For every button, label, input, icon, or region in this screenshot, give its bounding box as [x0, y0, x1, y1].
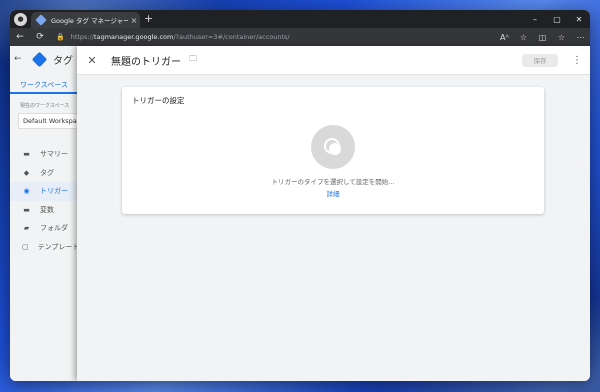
- read-aloud-icon[interactable]: Aᴬ: [495, 33, 514, 42]
- back-button[interactable]: ←: [10, 32, 30, 42]
- folder-icon: ▰: [23, 224, 30, 233]
- app-name: タグ: [53, 55, 73, 67]
- close-window-button[interactable]: ✕: [568, 10, 590, 28]
- panel-header: ✕ 無題のトリガー 🗀 保存 ⋮: [77, 46, 590, 75]
- trigger-icon: ◉: [23, 187, 30, 196]
- save-button[interactable]: 保存: [522, 53, 558, 67]
- new-tab-button[interactable]: +: [144, 12, 153, 25]
- url-field[interactable]: 🔒 https://tagmanager.google.com/?authuse…: [56, 30, 495, 44]
- summary-icon: ▬: [23, 150, 30, 159]
- url-prefix: https://: [70, 33, 95, 41]
- trigger-editor-panel: ✕ 無題のトリガー 🗀 保存 ⋮ トリガーの設定 トリガーのタイプを選択して設定…: [77, 46, 590, 381]
- sidebar-item-label: 変数: [40, 205, 54, 214]
- sidebar-item-summary[interactable]: ▬ サマリー: [10, 145, 77, 164]
- gtm-logo-icon: [31, 51, 48, 67]
- address-bar-row: ← ⟳ 🔒 https://tagmanager.google.com/?aut…: [10, 28, 590, 46]
- back-arrow-icon[interactable]: ←: [14, 54, 28, 64]
- sidebar-item-label: トリガー: [40, 187, 68, 196]
- sidebar-item-folders[interactable]: ▰ フォルダ: [10, 219, 77, 238]
- trigger-config-card[interactable]: トリガーの設定 トリガーのタイプを選択して設定を開始... 詳細: [122, 87, 544, 214]
- details-link[interactable]: 詳細: [122, 188, 544, 198]
- sidebar-item-label: タグ: [40, 168, 54, 177]
- close-icon[interactable]: ✕: [77, 54, 107, 67]
- gtm-favicon-icon: [35, 14, 47, 26]
- reload-button[interactable]: ⟳: [30, 32, 50, 42]
- trigger-type-icon[interactable]: [311, 125, 355, 169]
- template-icon: ▢: [22, 242, 29, 251]
- sidebar-item-label: フォルダ: [40, 224, 68, 233]
- sidebar-nav: ▬ サマリー ◆ タグ ◉ トリガー ▬ 変数 ▰ フォルダ ▢ テンプレート: [10, 145, 77, 256]
- sidebar-item-variables[interactable]: ▬ 変数: [10, 201, 77, 220]
- sidebar-item-label: テンプレート: [37, 242, 77, 251]
- workspace-selector[interactable]: Default Workspace: [18, 113, 77, 129]
- more-icon[interactable]: ⋯: [571, 33, 590, 42]
- tag-icon: ◆: [23, 168, 30, 177]
- lock-icon[interactable]: 🔒: [56, 33, 65, 41]
- favorite-icon[interactable]: ☆: [514, 33, 533, 42]
- trigger-type-prompt: トリガーのタイプを選択して設定を開始...: [271, 178, 395, 186]
- sidebar-item-triggers[interactable]: ◉ トリガー: [10, 182, 77, 201]
- split-screen-icon[interactable]: ◫: [533, 33, 552, 42]
- gtm-app: ← タグ ワークスペース 現在のワークスペース Default Workspac…: [10, 46, 590, 381]
- tab-close-icon[interactable]: ×: [128, 16, 140, 25]
- sidebar-item-tags[interactable]: ◆ タグ: [10, 164, 77, 183]
- profile-icon[interactable]: ●: [14, 12, 27, 26]
- tab-title: Google タグ マネージャー: [51, 17, 128, 25]
- more-options-icon[interactable]: ⋮: [570, 55, 584, 66]
- tab-workspace[interactable]: ワークスペース: [10, 80, 77, 94]
- sidebar-item-templates[interactable]: ▢ テンプレート: [10, 238, 77, 257]
- workspace-label: 現在のワークスペース: [20, 103, 70, 109]
- title-bar: ● Google タグ マネージャー × + – ▢ ✕: [10, 10, 590, 28]
- variables-icon: ▬: [23, 205, 30, 214]
- minimize-button[interactable]: –: [524, 10, 546, 28]
- maximize-button[interactable]: ▢: [546, 10, 568, 28]
- trigger-name-title[interactable]: 無題のトリガー: [111, 53, 181, 68]
- sidebar: ← タグ ワークスペース 現在のワークスペース Default Workspac…: [10, 46, 77, 381]
- card-title: トリガーの設定: [132, 96, 185, 105]
- sidebar-item-label: サマリー: [40, 150, 68, 159]
- favorites-icon[interactable]: ☆: [552, 33, 571, 42]
- sidebar-header: ← タグ: [10, 46, 77, 72]
- folder-select-icon[interactable]: 🗀: [189, 53, 197, 67]
- browser-tab[interactable]: Google タグ マネージャー ×: [31, 12, 140, 28]
- url-host: tagmanager.google.com: [94, 33, 174, 41]
- browser-window: ● Google タグ マネージャー × + – ▢ ✕ ← ⟳ 🔒 https…: [10, 10, 590, 381]
- url-path: /?authuser=3#/container/accounts/: [173, 33, 290, 41]
